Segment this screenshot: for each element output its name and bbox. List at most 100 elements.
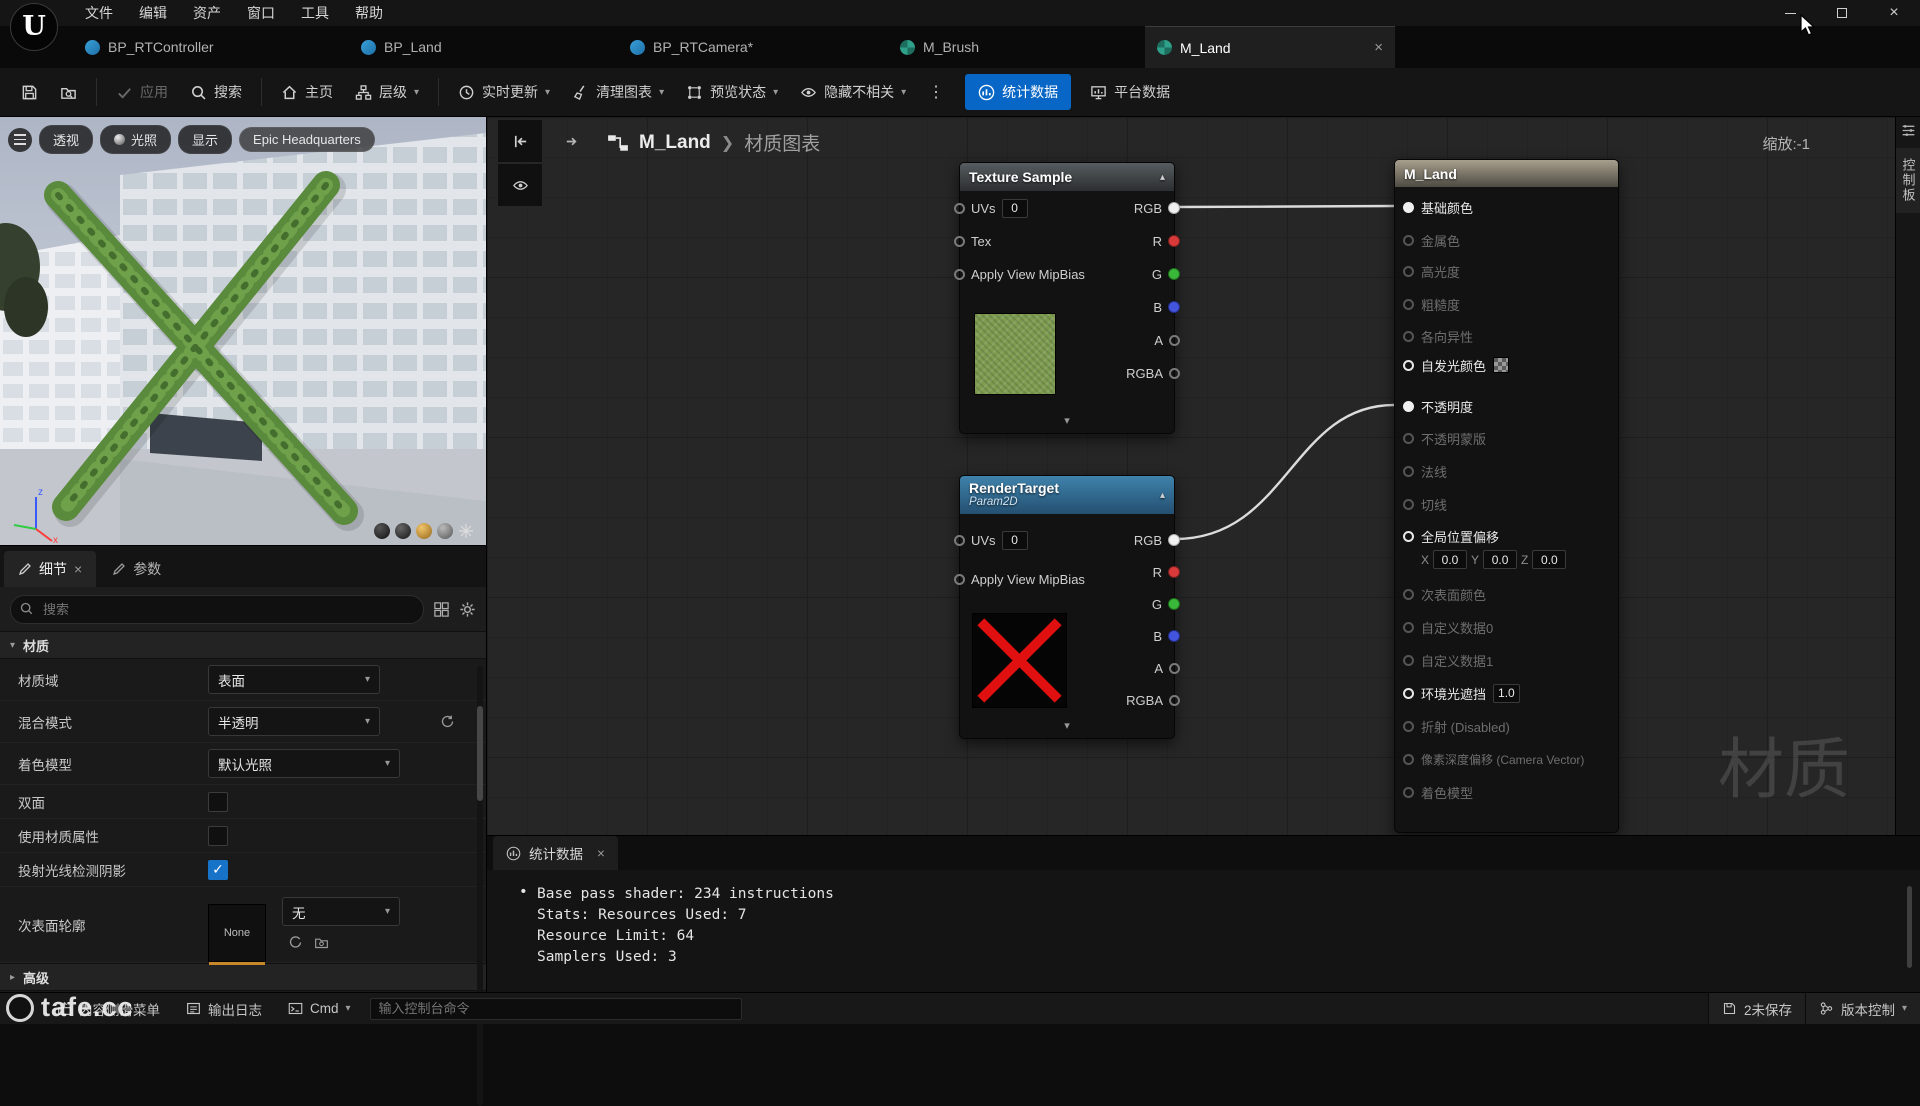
pin-refraction[interactable]: 折射 (Disabled) [1403,718,1510,734]
palette-icon[interactable] [1901,123,1916,138]
node-header[interactable]: Texture Sample ▴ [960,163,1174,191]
uvs-value[interactable]: 0 [1002,531,1028,550]
use-selected-asset-icon[interactable] [288,935,303,950]
node-expand-icon[interactable]: ▾ [960,414,1174,427]
pin-ambient-occlusion[interactable]: 环境光遮挡1.0 [1403,685,1520,701]
pin-r[interactable]: R [1153,564,1180,580]
input-pin[interactable] [1403,589,1414,600]
lit-button[interactable]: 光照 [100,125,171,154]
browse-asset-icon[interactable] [314,935,329,950]
stats-button[interactable]: 统计数据 [965,74,1071,110]
hide-unrelated-button[interactable]: 隐藏不相关 ▾ [791,74,915,110]
input-pin[interactable] [954,535,965,546]
sphere-dark-icon[interactable] [374,523,390,539]
uvs-value[interactable]: 0 [1002,199,1028,218]
pin-uvs[interactable]: UVs 0 [954,532,1028,548]
settings-gear-icon[interactable] [459,601,476,618]
tab-m-brush[interactable]: M_Brush [888,26,991,68]
input-pin[interactable] [1403,688,1414,699]
viewport-menu-button[interactable] [8,128,32,152]
pin-uvs[interactable]: UVs 0 [954,200,1028,216]
tab-bp-rtcontroller[interactable]: BP_RTController [73,26,226,68]
details-scrollbar[interactable] [477,666,483,1106]
subsurface-profile-dropdown[interactable]: 无 ▾ [282,897,400,926]
node-expand-icon[interactable]: ▾ [960,719,1174,732]
cast-ray-traced-shadows-checkbox[interactable]: ✓ [208,860,228,880]
ao-value[interactable]: 1.0 [1493,684,1520,703]
subsurface-profile-thumbnail[interactable]: None [208,904,266,962]
output-pin[interactable] [1168,534,1180,546]
pin-tex[interactable]: Tex [954,233,991,249]
pin-custom-data-1[interactable]: 自定义数据1 [1403,652,1493,668]
pin-rgba[interactable]: RGBA [1126,365,1180,381]
material-graph[interactable]: M_Land ❯ 材质图表 缩放:-1 材质 Texture Sample ▴ … [486,117,1920,992]
version-control-button[interactable]: 版本控制 ▾ [1805,993,1920,1024]
emissive-swatch[interactable] [1493,357,1509,373]
node-m-land-result[interactable]: M_Land 基础颜色 金属色 高光度 粗糙度 各向异性 自发光颜色 不透明度 … [1394,159,1619,833]
live-update-button[interactable]: 实时更新 ▾ [449,74,559,110]
sphere-dark-icon[interactable] [395,523,411,539]
input-pin[interactable] [1403,721,1414,732]
close-icon[interactable]: × [597,846,605,861]
input-pin[interactable] [1403,655,1414,666]
input-pin[interactable] [954,269,965,280]
pin-a[interactable]: A [1154,332,1180,348]
pin-tangent[interactable]: 切线 [1403,496,1447,512]
input-pin[interactable] [1403,754,1414,765]
pin-r[interactable]: R [1153,233,1180,249]
section-advanced[interactable]: ▸ 高级 [0,963,486,991]
tab-bp-rtcamera[interactable]: BP_RTCamera* [618,26,765,68]
shading-model-dropdown[interactable]: 默认光照 ▾ [208,749,400,778]
pin-b[interactable]: B [1153,628,1180,644]
hierarchy-button[interactable]: 层级 ▾ [346,74,428,110]
wpo-y-input[interactable]: 0.0 [1483,550,1517,569]
output-pin[interactable] [1168,301,1180,313]
menu-help[interactable]: 帮助 [342,0,396,26]
input-pin[interactable] [1403,299,1414,310]
platform-stats-button[interactable]: 平台数据 [1081,74,1179,110]
node-texture-sample[interactable]: Texture Sample ▴ UVs 0 Tex Apply View Mi… [959,162,1175,434]
collapse-icon[interactable]: ▴ [1160,490,1165,501]
maximize-button[interactable] [1816,0,1868,26]
sphere-gold-icon[interactable] [416,523,432,539]
unreal-logo[interactable]: U [10,3,58,51]
perspective-button[interactable]: 透视 [39,125,93,154]
breadcrumb-asset[interactable]: M_Land [639,132,711,154]
pin-custom-data-0[interactable]: 自定义数据0 [1403,619,1493,635]
pin-g[interactable]: G [1152,266,1180,282]
wpo-z-input[interactable]: 0.0 [1532,550,1566,569]
pin-opacity[interactable]: 不透明度 [1403,398,1473,414]
output-pin[interactable] [1169,335,1180,346]
input-pin[interactable] [1403,499,1414,510]
preview-mesh-selector[interactable] [374,523,474,539]
scene-selector-button[interactable]: Epic Headquarters [239,127,375,152]
breadcrumb-page[interactable]: 材质图表 [744,129,820,156]
input-pin[interactable] [954,236,965,247]
input-pin[interactable] [954,203,965,214]
output-pin[interactable] [1168,598,1180,610]
apply-button[interactable]: 应用 [107,74,177,110]
reset-to-default-icon[interactable] [440,714,455,729]
preview-state-button[interactable]: 预览状态 ▾ [677,74,787,110]
pin-opacity-mask[interactable]: 不透明蒙版 [1403,430,1486,446]
output-pin[interactable] [1169,663,1180,674]
pin-shading-model[interactable]: 着色模型 [1403,784,1473,800]
graph-forward-button[interactable] [550,120,594,162]
pin-roughness[interactable]: 粗糙度 [1403,296,1460,312]
input-pin[interactable] [1403,787,1414,798]
tab-stats[interactable]: 统计数据 × [493,836,618,870]
menu-edit[interactable]: 编辑 [126,0,180,26]
output-pin[interactable] [1168,630,1180,642]
menu-asset[interactable]: 资产 [180,0,234,26]
tab-parameters[interactable]: 参数 [98,551,175,587]
display-options-icon[interactable] [433,601,450,618]
two-sided-checkbox[interactable] [208,792,228,812]
output-pin[interactable] [1168,235,1180,247]
node-header[interactable]: RenderTarget Param2D ▴ [960,476,1174,514]
unsaved-changes-button[interactable]: 2未保存 [1708,993,1805,1024]
pin-subsurface-color[interactable]: 次表面颜色 [1403,586,1486,602]
browse-to-asset-button[interactable] [51,76,86,109]
pin-base-color[interactable]: 基础颜色 [1403,199,1473,215]
snowflake-icon[interactable] [458,523,474,539]
input-pin[interactable] [1403,202,1414,213]
